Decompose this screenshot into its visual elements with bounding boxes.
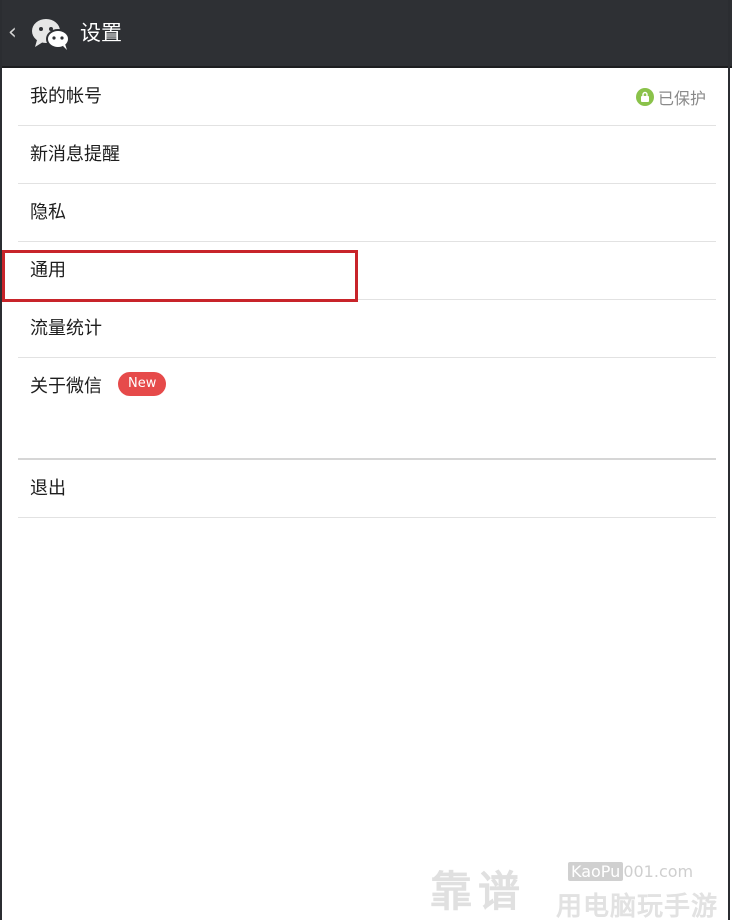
settings-item-label: 流量统计 xyxy=(30,318,102,339)
settings-item-label: 隐私 xyxy=(30,202,66,223)
top-bar: ‹ 设置 xyxy=(0,0,732,68)
settings-item-account[interactable]: 我的帐号 已保护 xyxy=(18,68,716,126)
settings-item-label: 关于微信 xyxy=(30,376,102,397)
highlight-box xyxy=(2,250,358,302)
back-button[interactable]: ‹ xyxy=(8,20,22,46)
status-text: 已保护 xyxy=(657,89,706,108)
watermark: 靠谱 KaoPu 001.com 用电脑玩手游 xyxy=(430,856,730,922)
logout-label: 退出 xyxy=(30,478,66,499)
watermark-brand: 靠谱 xyxy=(430,867,527,916)
watermark-site-prefix: KaoPu xyxy=(568,862,624,881)
settings-item-data-usage[interactable]: 流量统计 xyxy=(18,300,716,358)
watermark-site: KaoPu 001.com xyxy=(568,862,693,881)
watermark-tagline: 用电脑玩手游 xyxy=(556,892,719,922)
lock-icon xyxy=(635,88,654,106)
wechat-logo-icon xyxy=(30,16,72,52)
settings-item-label: 我的帐号 xyxy=(30,86,102,107)
logout-button[interactable]: 退出 xyxy=(18,460,716,518)
settings-item-label: 新消息提醒 xyxy=(30,144,120,165)
new-badge: New xyxy=(118,372,167,396)
watermark-site-suffix: 001.com xyxy=(623,862,694,881)
settings-item-privacy[interactable]: 隐私 xyxy=(18,184,716,242)
settings-item-about[interactable]: 关于微信 New xyxy=(18,358,716,460)
chevron-left-icon: ‹ xyxy=(8,20,17,45)
page-title: 设置 xyxy=(80,21,122,45)
account-protected-status: 已保护 xyxy=(635,86,706,108)
settings-item-notifications[interactable]: 新消息提醒 xyxy=(18,126,716,184)
